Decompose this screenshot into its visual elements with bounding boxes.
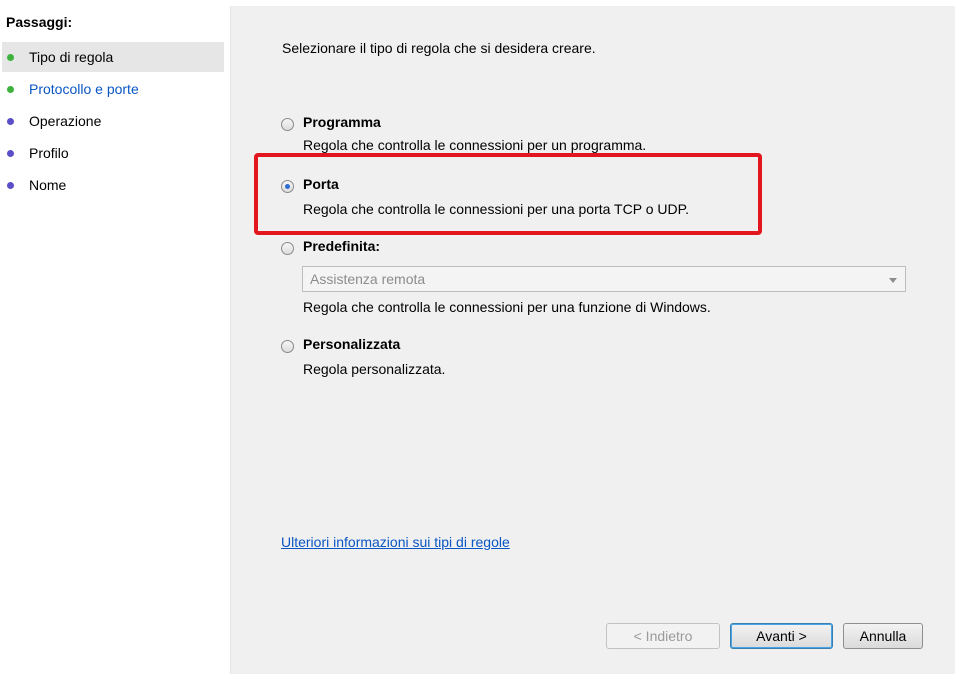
step-label: Profilo xyxy=(29,145,69,161)
step-pending-bullet-icon xyxy=(7,150,14,157)
option-title-predefinita: Predefinita: xyxy=(303,238,381,254)
step-operazione[interactable]: Operazione xyxy=(2,106,224,136)
rule-type-panel: Selezionare il tipo di regola che si des… xyxy=(231,6,955,674)
step-completed-bullet-icon xyxy=(7,54,14,61)
option-title-personalizzata: Personalizzata xyxy=(303,336,401,352)
step-label: Nome xyxy=(29,177,67,193)
step-tipo-di-regola[interactable]: Tipo di regola xyxy=(2,42,224,72)
next-button[interactable]: Avanti > xyxy=(730,623,833,649)
cancel-button[interactable]: Annulla xyxy=(843,623,923,649)
step-pending-bullet-icon xyxy=(7,118,14,125)
radio-programma[interactable] xyxy=(281,118,294,131)
more-info-link[interactable]: Ulteriori informazioni sui tipi di regol… xyxy=(281,534,510,550)
select-value: Assistenza remota xyxy=(310,271,426,287)
step-protocollo-e-porte[interactable]: Protocollo e porte xyxy=(2,74,224,104)
steps-title: Passaggi: xyxy=(6,14,73,30)
radio-predefinita[interactable] xyxy=(281,242,294,255)
step-label: Tipo di regola xyxy=(29,49,114,65)
option-desc-personalizzata: Regola personalizzata. xyxy=(303,361,446,377)
highlight-box xyxy=(254,153,762,235)
option-title-programma: Programma xyxy=(303,114,381,130)
intro-text: Selezionare il tipo di regola che si des… xyxy=(282,40,596,56)
back-button[interactable]: < Indietro xyxy=(606,623,720,649)
predefined-rule-select[interactable]: Assistenza remota xyxy=(302,266,906,292)
steps-pane: Passaggi: Tipo di regola Protocollo e po… xyxy=(0,6,231,674)
option-desc-predefinita: Regola che controlla le connessioni per … xyxy=(303,299,711,315)
step-label: Protocollo e porte xyxy=(29,81,139,97)
step-completed-bullet-icon xyxy=(7,86,14,93)
radio-personalizzata[interactable] xyxy=(281,340,294,353)
dropdown-arrow-icon xyxy=(889,278,897,283)
option-desc-programma: Regola che controlla le connessioni per … xyxy=(303,137,647,153)
step-label: Operazione xyxy=(29,113,102,129)
step-nome[interactable]: Nome xyxy=(2,170,224,200)
step-pending-bullet-icon xyxy=(7,182,14,189)
step-profilo[interactable]: Profilo xyxy=(2,138,224,168)
